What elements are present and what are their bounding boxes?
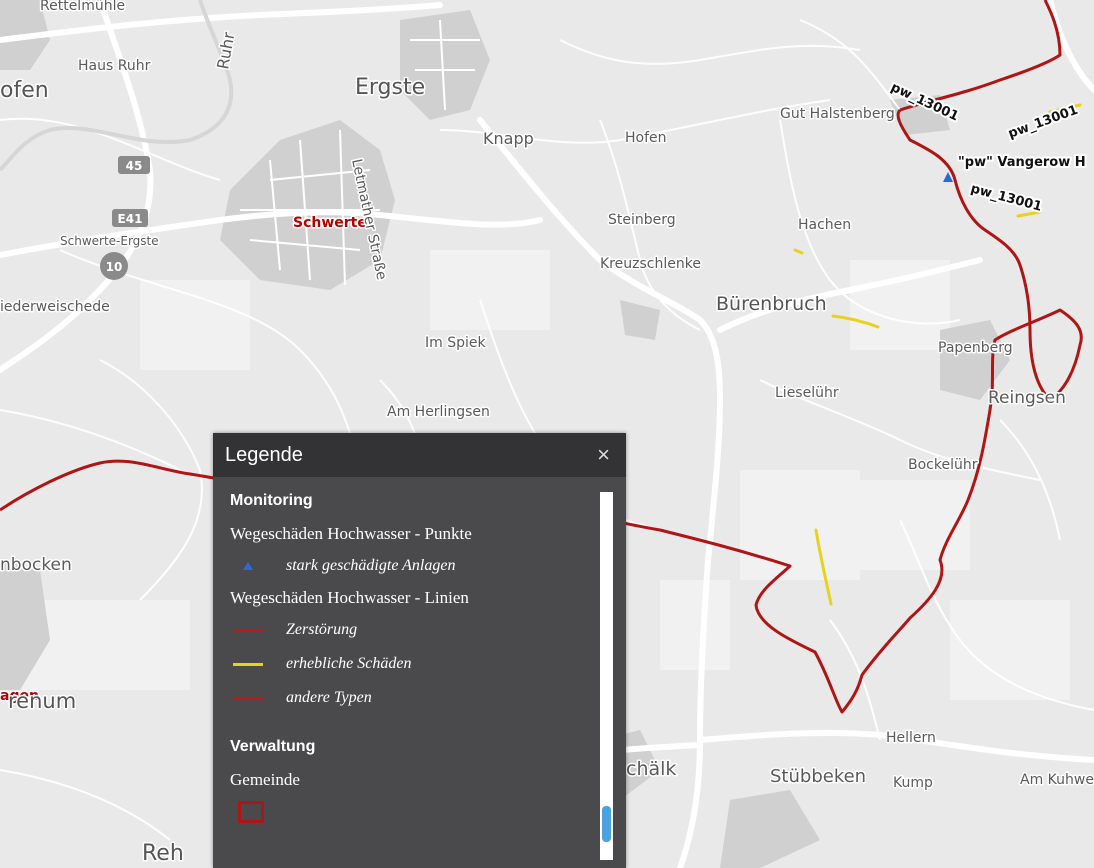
legend-group-title: Verwaltung [230,738,316,755]
label-lieseluehr: Lieselühr [775,385,839,401]
label-hofen: Hofen [625,130,667,146]
legend-item: Zerstörung [230,618,585,642]
line-swatch-icon [230,662,266,666]
legend-item [230,800,585,824]
legend-item-label: erhebliche Schäden [286,655,412,672]
legend-item: erhebliche Schäden [230,652,585,676]
label-bockeluehr: Bockelühr [908,457,978,473]
label-ofen: ofen [0,78,49,103]
shield-a45: 45 [118,156,150,174]
shield-exit10-text: 10 [106,260,123,274]
shield-a45-text: 45 [126,159,143,173]
label-kump: Kump [893,775,933,791]
label-ergste: Ergste [355,75,425,100]
legend-scrollbar[interactable] [600,492,613,860]
legend-item: andere Typen [230,686,585,710]
shield-e41-text: E41 [118,212,143,226]
legend-group-title: Monitoring [230,492,313,509]
legend-item-label: Zerstörung [286,621,358,638]
label-schwerte-ergste: Schwerte-Ergste [60,234,159,248]
label-reh: Reh [142,841,184,866]
label-im-spiek: Im Spiek [425,335,486,351]
legend-layer-title: Gemeinde [230,770,300,789]
triangle-icon [230,561,266,571]
legend-layer-title: Wegeschäden Hochwasser - Linien [230,588,469,607]
label-am-herlingsen: Am Herlingsen [387,404,490,420]
line-swatch-icon [230,696,266,700]
label-gut-halstenberg: Gut Halstenberg [780,106,895,122]
label-reingsen: Reingsen [988,388,1066,408]
label-nbocken: nbocken [0,555,72,575]
legend-item: stark geschädigte Anlagen [230,554,585,578]
legend-panel: Legende × Monitoring Wegeschäden Hochwas… [213,433,626,868]
square-outline-icon [238,801,264,823]
label-papenberg: Papenberg [938,340,1013,356]
label-stuebbeken: Stübbeken [770,766,866,787]
legend-item-label: stark geschädigte Anlagen [286,557,456,574]
label-renum: renum [8,689,76,713]
label-rettelmuehle: Rettelmühle [40,0,125,14]
label-hellern: Hellern [886,730,936,746]
legend-layer-title: Wegeschäden Hochwasser - Punkte [230,524,472,543]
label-chaelk: chälk [626,758,676,780]
shield-exit10: 10 [100,252,128,280]
legend-header: Legende × [213,433,626,477]
legend-body: Monitoring Wegeschäden Hochwasser - Punk… [213,477,602,868]
shield-e41: E41 [112,209,148,227]
label-buerenbruch: Bürenbruch [716,293,827,315]
label-haus-ruhr: Haus Ruhr [78,58,151,74]
legend-scrollbar-thumb[interactable] [602,806,611,842]
label-hachen: Hachen [798,217,851,233]
legend-item-label: andere Typen [286,689,372,706]
close-icon[interactable]: × [597,444,614,466]
line-swatch-icon [230,628,266,632]
label-kreuzschlenke: Kreuzschlenke [600,256,701,272]
legend-title: Legende [225,443,303,466]
label-knapp: Knapp [483,129,534,148]
label-schwerte: Schwerte [293,215,367,231]
feature-label-vangerow: "pw" Vangerow H [958,155,1086,170]
label-am-kuhweide: Am Kuhwe [1020,772,1094,788]
label-steinberg: Steinberg [608,212,676,228]
label-iederweischede: iederweischede [0,299,110,315]
